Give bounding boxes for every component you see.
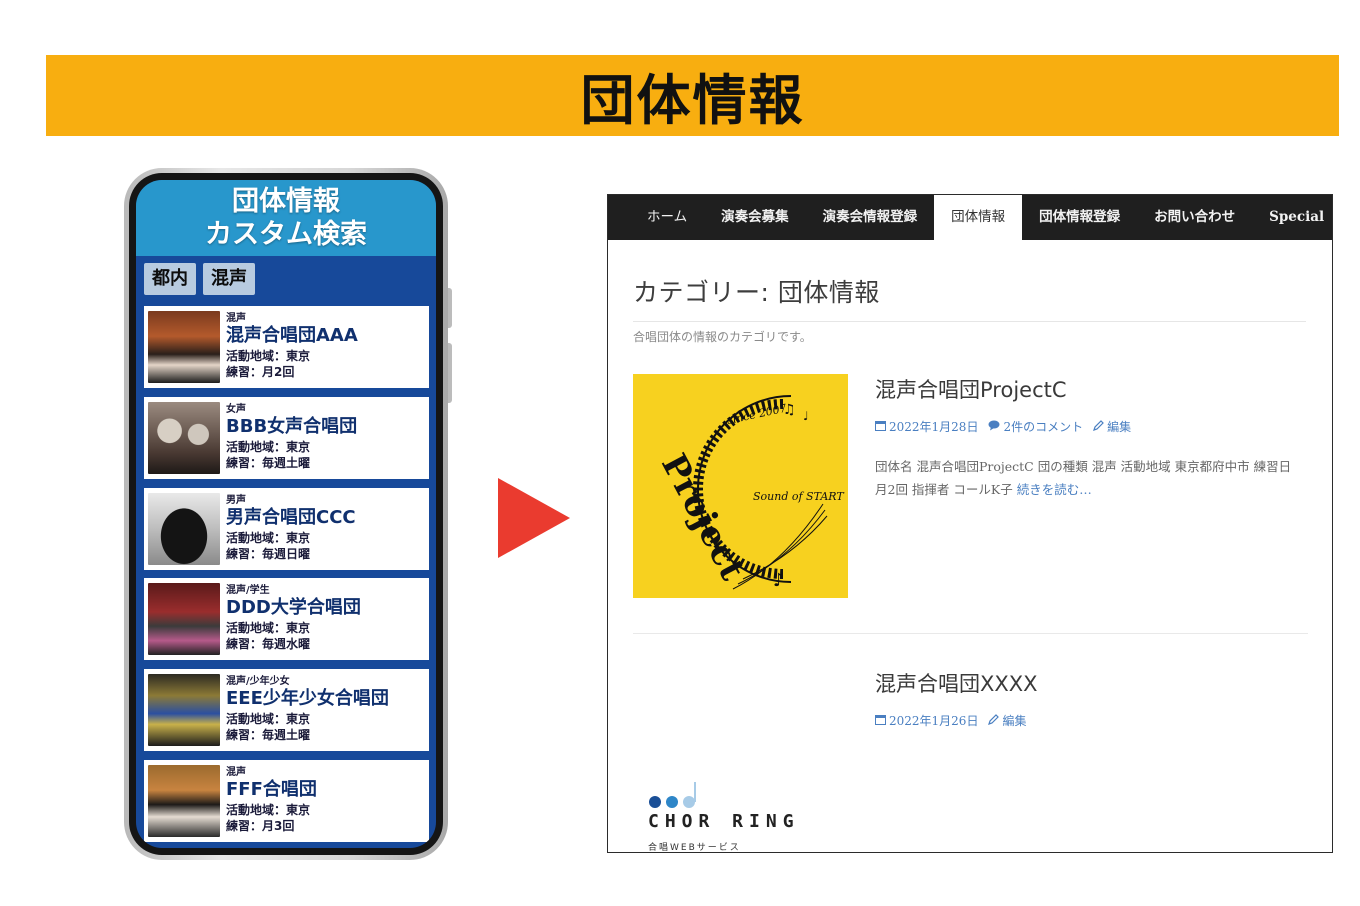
post-comments: 2件のコメント bbox=[1003, 420, 1084, 434]
svg-text:♪: ♪ bbox=[773, 570, 785, 591]
page-banner: 団体情報 bbox=[46, 55, 1339, 136]
choir-practice: 練習：毎週日曜 bbox=[226, 547, 311, 561]
post-meta: 2022年1月26日 編集 bbox=[875, 712, 1305, 729]
choir-practice: 練習：毎週土曜 bbox=[226, 728, 311, 742]
nav-special[interactable]: Special bbox=[1252, 195, 1332, 240]
pencil-icon bbox=[1093, 419, 1104, 434]
choir-name: 男声合唱団CCC bbox=[226, 507, 356, 528]
post-date: 2022年1月26日 bbox=[889, 714, 979, 728]
nav-home[interactable]: ホーム bbox=[630, 195, 704, 240]
nav-group-register[interactable]: 団体情報登録 bbox=[1022, 195, 1137, 240]
filter-row: 都内 混声 bbox=[136, 256, 436, 302]
choir-name: FFF合唱団 bbox=[226, 779, 317, 800]
category-description: 合唱団体の情報のカテゴリです。 bbox=[633, 330, 812, 344]
post-body: 混声合唱団XXXX 2022年1月26日 編集 bbox=[875, 668, 1305, 729]
phone-side-button bbox=[448, 288, 452, 328]
pencil-icon bbox=[988, 713, 1000, 728]
choir-name: EEE少年少女合唱団 bbox=[226, 688, 389, 709]
choir-practice: 練習：毎週水曜 bbox=[226, 637, 311, 651]
post: CHOR RING 合唱WEBサービス 混声合唱団XXXX 2022年1月26日… bbox=[633, 668, 1308, 852]
post: since 2007 Project Sound of START ♪ ♫ ♩ … bbox=[633, 374, 1308, 604]
filter-tag-type[interactable]: 混声 bbox=[203, 263, 255, 295]
choir-practice: 練習：月3回 bbox=[226, 819, 295, 833]
choir-area: 活動地域：東京 bbox=[226, 712, 311, 726]
calendar-icon bbox=[875, 420, 886, 434]
post-meta: 2022年1月28日 2件のコメント 編集 bbox=[875, 418, 1305, 435]
choir-card[interactable]: 混声/学生 DDD大学合唱団 活動地域：東京 練習：毎週水曜 bbox=[144, 578, 429, 660]
projectc-logo[interactable]: since 2007 Project Sound of START ♪ ♫ ♩ bbox=[633, 374, 848, 598]
choir-card[interactable]: 混声 FFF合唱団 活動地域：東京 練習：月3回 bbox=[144, 760, 429, 842]
post-excerpt: 団体名 混声合唱団ProjectC 団の種類 混声 活動地域 東京都府中市 練習… bbox=[875, 455, 1305, 501]
nav-contact[interactable]: お問い合わせ bbox=[1137, 195, 1252, 240]
choir-type: 混声 bbox=[226, 767, 246, 778]
choir-photo bbox=[148, 765, 220, 837]
svg-text:♫: ♫ bbox=[783, 402, 796, 418]
post-body: 混声合唱団ProjectC 2022年1月28日 2件のコメント 編集 団体名 … bbox=[875, 374, 1305, 501]
chorring-wordmark: CHOR RING bbox=[648, 811, 800, 832]
post-title[interactable]: 混声合唱団XXXX bbox=[875, 668, 1305, 698]
post-date: 2022年1月28日 bbox=[889, 420, 979, 434]
choir-photo bbox=[148, 402, 220, 474]
choir-type: 混声 bbox=[226, 313, 246, 324]
choir-area: 活動地域：東京 bbox=[226, 349, 311, 363]
nav-group-info[interactable]: 団体情報 bbox=[934, 195, 1023, 240]
choir-name: BBB女声合唱団 bbox=[226, 416, 358, 437]
calendar-icon bbox=[875, 714, 886, 728]
search-title: 団体情報 bbox=[232, 186, 340, 217]
projectc-tagline: Sound of START bbox=[753, 490, 845, 503]
choir-area: 活動地域：東京 bbox=[226, 531, 311, 545]
divider bbox=[633, 321, 1306, 322]
phone-side-button bbox=[448, 343, 452, 403]
choir-card[interactable]: 女声 BBB女声合唱団 活動地域：東京 練習：毎週土曜 bbox=[144, 397, 429, 479]
choir-photo bbox=[148, 674, 220, 746]
choir-card[interactable]: 混声/少年少女 EEE少年少女合唱団 活動地域：東京 練習：毎週土曜 bbox=[144, 669, 429, 751]
comment-icon bbox=[988, 420, 1000, 434]
read-more-link[interactable]: 続きを読む… bbox=[1017, 482, 1092, 497]
search-subtitle: カスタム検索 bbox=[205, 219, 367, 250]
chorring-dots-icon bbox=[649, 782, 696, 808]
nav-concert-register[interactable]: 演奏会情報登録 bbox=[806, 195, 935, 240]
filter-tag-area[interactable]: 都内 bbox=[144, 263, 196, 295]
choir-area: 活動地域：東京 bbox=[226, 440, 311, 454]
phone-mockup: 団体情報 カスタム検索 都内 混声 混声 混声合唱団AAA 活動地域：東京 練習… bbox=[124, 168, 452, 860]
projectc-logo-graphic: since 2007 Project Sound of START ♪ ♫ ♩ bbox=[653, 395, 845, 591]
choir-photo bbox=[148, 583, 220, 655]
chorring-subtitle: 合唱WEBサービス bbox=[648, 843, 741, 853]
site-content: カテゴリー: 団体情報 合唱団体の情報のカテゴリです。 bbox=[608, 273, 1332, 345]
choir-type: 混声/学生 bbox=[226, 585, 270, 596]
post-edit-link: 編集 bbox=[1107, 420, 1132, 434]
projectc-word: Project bbox=[653, 447, 753, 587]
choir-card[interactable]: 混声 混声合唱団AAA 活動地域：東京 練習：月2回 bbox=[144, 306, 429, 388]
choir-practice: 練習：月2回 bbox=[226, 365, 295, 379]
phone-bezel: 団体情報 カスタム検索 都内 混声 混声 混声合唱団AAA 活動地域：東京 練習… bbox=[129, 173, 443, 855]
choir-name: DDD大学合唱団 bbox=[226, 597, 361, 618]
choir-type: 混声/少年少女 bbox=[226, 676, 290, 687]
phone-screen: 団体情報 カスタム検索 都内 混声 混声 混声合唱団AAA 活動地域：東京 練習… bbox=[136, 180, 436, 848]
choir-area: 活動地域：東京 bbox=[226, 621, 311, 635]
post-divider bbox=[633, 633, 1308, 634]
nav-concert-recruit[interactable]: 演奏会募集 bbox=[704, 195, 806, 240]
choir-card[interactable]: 男声 男声合唱団CCC 活動地域：東京 練習：毎週日曜 bbox=[144, 488, 429, 570]
banner-title: 団体情報 bbox=[580, 69, 805, 132]
chorring-logo[interactable]: CHOR RING 合唱WEBサービス bbox=[633, 668, 848, 852]
website-screenshot: ホーム 演奏会募集 演奏会情報登録 団体情報 団体情報登録 お問い合わせ Spe… bbox=[607, 194, 1333, 853]
post-edit-link: 編集 bbox=[1002, 714, 1027, 728]
search-header: 団体情報 カスタム検索 bbox=[136, 180, 436, 256]
category-title: カテゴリー: 団体情報 bbox=[633, 278, 880, 307]
post-title[interactable]: 混声合唱団ProjectC bbox=[875, 374, 1305, 404]
arrow-right-icon bbox=[498, 478, 570, 558]
choir-type: 女声 bbox=[226, 404, 246, 415]
choir-name: 混声合唱団AAA bbox=[226, 325, 358, 346]
choir-type: 男声 bbox=[226, 495, 246, 506]
choir-practice: 練習：毎週土曜 bbox=[226, 456, 311, 470]
choir-photo bbox=[148, 493, 220, 565]
choir-area: 活動地域：東京 bbox=[226, 803, 311, 817]
site-nav: ホーム 演奏会募集 演奏会情報登録 団体情報 団体情報登録 お問い合わせ Spe… bbox=[608, 195, 1332, 240]
svg-text:♩: ♩ bbox=[803, 409, 809, 423]
choir-photo bbox=[148, 311, 220, 383]
